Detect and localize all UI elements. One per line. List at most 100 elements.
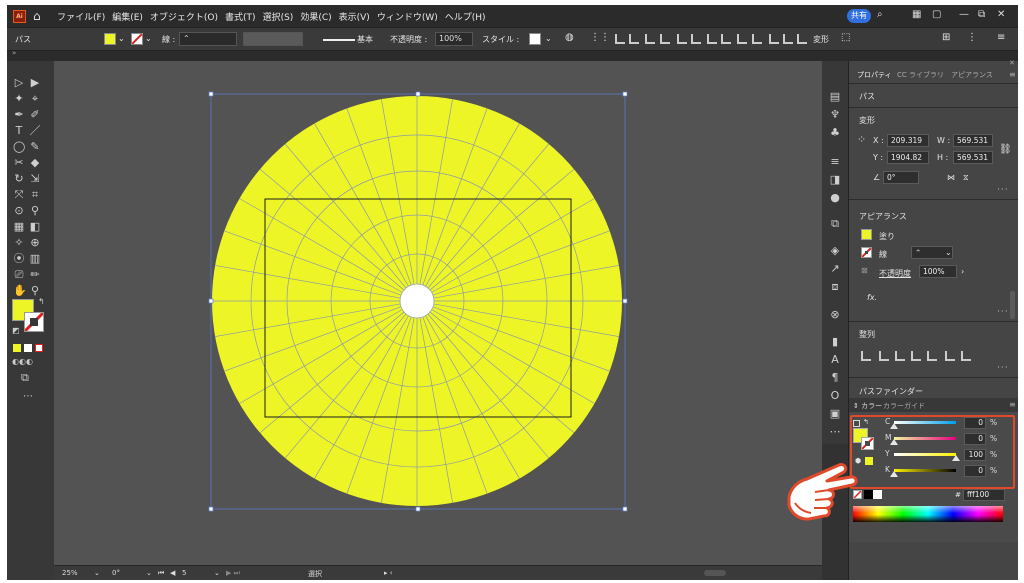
menu-item[interactable]: 選択(S) <box>263 10 294 23</box>
align-icon[interactable] <box>737 34 747 44</box>
chevron-down-icon[interactable]: ⌄ <box>94 569 100 577</box>
close-button[interactable]: ✕ <box>997 9 1005 20</box>
libraries-dock-icon[interactable]: ♆ <box>829 109 841 121</box>
selection-handle[interactable] <box>415 506 421 512</box>
document-canvas[interactable] <box>54 61 822 571</box>
opentype-dock-icon[interactable]: O <box>829 390 841 402</box>
panel-align-icon[interactable] <box>911 351 921 361</box>
minimize-button[interactable]: — <box>959 9 969 20</box>
panel-align-icon[interactable] <box>861 351 871 361</box>
tab-color-guide[interactable]: カラーガイド <box>883 401 925 411</box>
stroke-label[interactable]: 線 <box>879 249 887 260</box>
align-icon[interactable] <box>769 34 779 44</box>
transform-dock-icon[interactable]: ⧈ <box>829 281 841 293</box>
stroke-dock-icon[interactable]: ◈ <box>829 245 841 257</box>
color-spectrum[interactable] <box>853 506 1003 522</box>
tab-appearance[interactable]: アピアランス <box>951 70 993 80</box>
default-colors-icon[interactable]: ◩ <box>12 326 20 335</box>
more-dock-icon[interactable]: ⋯ <box>829 426 841 438</box>
align-icon[interactable] <box>707 34 717 44</box>
paragraph-dock-icon[interactable]: ¶ <box>829 372 841 384</box>
line-tool-icon[interactable]: ／ <box>29 125 41 137</box>
recolor-icon[interactable]: ◍ <box>565 32 574 43</box>
more-options-icon[interactable]: ··· <box>997 363 1009 373</box>
slice-tool-icon[interactable]: ✏ <box>29 269 41 281</box>
mesh-tool-icon[interactable]: ▦ <box>13 221 25 233</box>
flip-horizontal-icon[interactable]: ⋈ <box>947 173 955 182</box>
selection-handle[interactable] <box>208 506 214 512</box>
black-swatch[interactable] <box>864 490 873 499</box>
gradient-mode-icon[interactable] <box>24 344 32 352</box>
search-icon[interactable]: ⌕ <box>877 9 883 20</box>
chevron-down-icon[interactable]: ⌄ <box>214 569 220 577</box>
stroke-color-box[interactable] <box>23 311 45 333</box>
hamburger-icon[interactable]: ≡ <box>997 32 1005 43</box>
swatches-dock-icon[interactable]: ◨ <box>829 174 841 186</box>
horizontal-scrollbar[interactable] <box>704 570 726 576</box>
menu-item[interactable]: 表示(V) <box>339 10 370 23</box>
panel-align-icon[interactable] <box>927 351 937 361</box>
collapse-icon[interactable]: » <box>12 49 16 57</box>
appearance-dock-icon[interactable]: ♣ <box>829 127 841 139</box>
stroke-swatch[interactable] <box>131 33 143 45</box>
opacity-label[interactable]: 不透明度 : <box>390 34 427 45</box>
flip-vertical-icon[interactable]: ⧖ <box>963 173 969 183</box>
swap-colors-icon[interactable]: ↰ <box>38 297 45 306</box>
opacity-input[interactable]: 100% <box>919 265 957 278</box>
artboard-tool-icon[interactable]: ⎚ <box>13 269 25 281</box>
rotate-tool-icon[interactable]: ↻ <box>13 173 25 185</box>
export-dock-icon[interactable]: ↗ <box>829 263 841 275</box>
align-icon[interactable] <box>660 34 670 44</box>
ellipse-tool-icon[interactable]: ◯ <box>13 141 25 153</box>
stroke-profile-label[interactable]: 基本 <box>357 34 373 45</box>
chevron-down-icon[interactable]: ⌄ <box>146 569 152 577</box>
fill-swatch[interactable] <box>104 33 116 45</box>
direct-selection-tool-icon[interactable]: ▶ <box>29 77 41 89</box>
panel-menu-icon[interactable]: ⋮ <box>967 32 977 43</box>
selection-handle[interactable] <box>415 91 421 97</box>
properties-dock-icon[interactable]: ▤ <box>829 91 841 103</box>
curvature-tool-icon[interactable]: ✐ <box>29 109 41 121</box>
fx-button[interactable]: fx. <box>867 293 877 302</box>
eyedropper-icon[interactable]: ✧ <box>13 237 25 249</box>
align-icon[interactable] <box>721 34 731 44</box>
blend-tool-icon[interactable]: ⊕ <box>29 237 41 249</box>
h-input[interactable]: 569.531 <box>953 151 993 164</box>
artboards-dock-icon[interactable]: ⧉ <box>829 218 841 230</box>
chevron-down-icon[interactable]: ⌄ <box>118 34 125 43</box>
artboard-number[interactable]: 5 <box>182 569 186 577</box>
character-dock-icon[interactable]: A <box>829 354 841 366</box>
reference-point-icon[interactable]: ⁘ <box>857 133 866 146</box>
more-tools-icon[interactable]: ⋯ <box>23 391 33 402</box>
hand-tool-icon[interactable]: ✋ <box>13 285 27 297</box>
align-icon[interactable] <box>797 34 807 44</box>
angle-input[interactable]: 0° <box>883 171 919 184</box>
variable-width-select[interactable] <box>243 32 303 46</box>
graphic-style-swatch[interactable] <box>529 33 541 45</box>
constrain-proportions-icon[interactable]: ⛓ <box>999 144 1012 155</box>
selection-handle[interactable] <box>622 298 628 304</box>
color-dock-icon[interactable]: ● <box>829 192 841 204</box>
rotation-value[interactable]: 0° <box>112 569 120 577</box>
x-input[interactable]: 209.319 <box>887 134 929 147</box>
artwork[interactable] <box>54 61 822 571</box>
lasso-icon[interactable]: ⌖ <box>29 93 41 105</box>
none-mode-icon[interactable] <box>35 344 43 352</box>
selection-tool-icon[interactable]: ▷ <box>13 77 25 89</box>
menu-item[interactable]: 効果(C) <box>300 10 331 23</box>
more-options-icon[interactable]: ··· <box>997 307 1009 317</box>
stroke-weight-input[interactable]: ⌃ <box>179 32 237 46</box>
first-artboard-icon[interactable]: ⏮ <box>158 569 164 578</box>
panel-menu-icon[interactable]: ≡ <box>1009 70 1016 79</box>
align-to-icon[interactable]: ⋮⋮ <box>590 32 610 43</box>
align-icon[interactable] <box>752 34 762 44</box>
warp-tool-icon[interactable]: ⤧ <box>13 189 25 201</box>
menu-item[interactable]: ファイル(F) <box>57 10 105 23</box>
type-tool-icon[interactable]: T <box>13 125 25 137</box>
panel-menu-icon[interactable]: ≡ <box>1009 400 1016 409</box>
selection-handle[interactable] <box>622 506 628 512</box>
chevron-down-icon[interactable]: ⌄ <box>945 248 952 257</box>
tab-properties[interactable]: プロパティ <box>857 70 892 80</box>
white-swatch[interactable] <box>873 490 882 499</box>
panel-align-icon[interactable] <box>961 351 971 361</box>
